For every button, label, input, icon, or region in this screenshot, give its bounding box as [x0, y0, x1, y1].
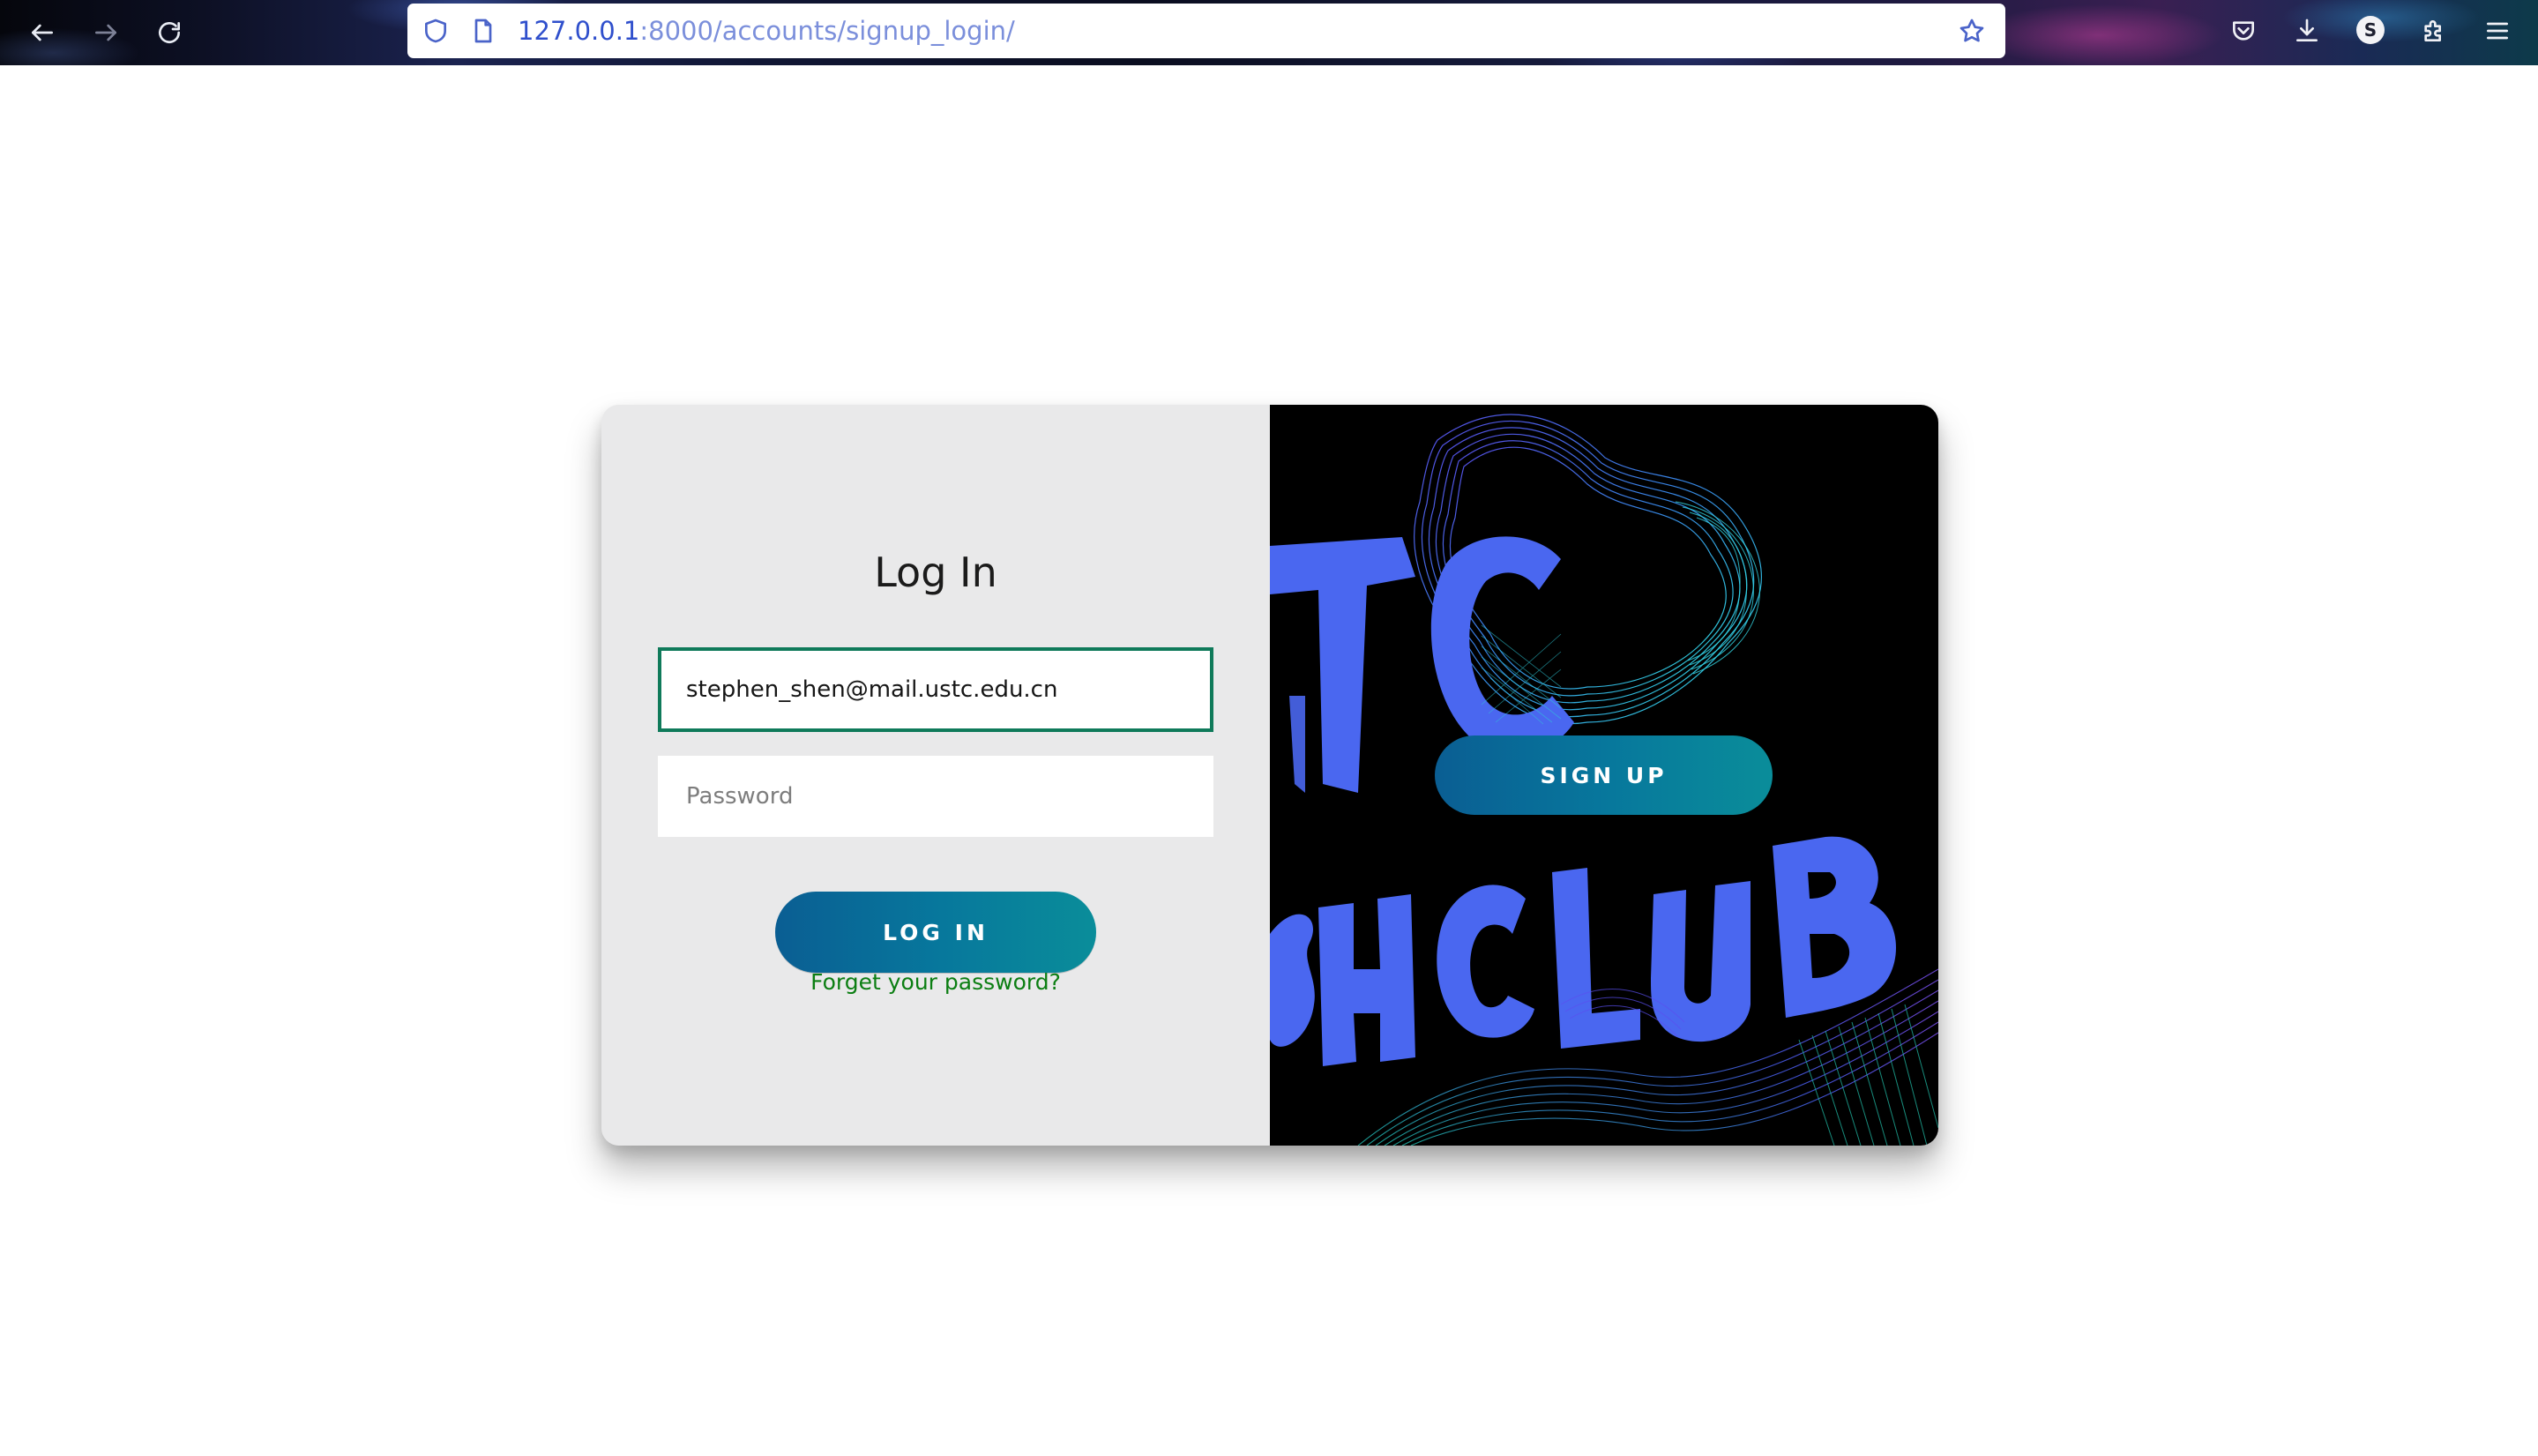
pocket-icon[interactable]: [2228, 15, 2259, 47]
arrow-left-icon: [32, 24, 53, 41]
forward-button[interactable]: [85, 11, 127, 54]
reload-icon: [159, 22, 180, 43]
extensions-puzzle-icon[interactable]: [2418, 15, 2450, 47]
address-bar[interactable]: 127.0.0.1:8000/accounts/signup_login/: [407, 4, 2005, 58]
signup-panel: SIGN UP: [1270, 405, 1938, 1146]
login-title: Log In: [874, 549, 997, 596]
menu-hamburger-icon[interactable]: [2482, 15, 2513, 47]
auth-card: Log In LOG IN Forget your password?: [601, 405, 1938, 1146]
download-icon[interactable]: [2291, 15, 2323, 47]
reload-button[interactable]: [148, 11, 190, 54]
url-text[interactable]: 127.0.0.1:8000/accounts/signup_login/: [518, 15, 1015, 47]
password-field[interactable]: [658, 756, 1213, 837]
profile-avatar[interactable]: S: [2356, 16, 2385, 44]
login-button[interactable]: LOG IN: [775, 892, 1096, 973]
login-panel: Log In LOG IN Forget your password?: [601, 405, 1270, 1146]
forgot-password-link[interactable]: Forget your password?: [601, 969, 1270, 995]
bookmark-star-icon[interactable]: [1958, 17, 1986, 45]
browser-toolbar: 127.0.0.1:8000/accounts/signup_login/ S: [0, 0, 2538, 65]
page-info-icon[interactable]: [469, 17, 497, 45]
back-button[interactable]: [21, 11, 63, 54]
shield-icon[interactable]: [422, 17, 450, 45]
arrow-right-icon: [95, 24, 116, 41]
url-host: 127.0.0.1: [518, 16, 640, 46]
email-field[interactable]: [658, 647, 1213, 732]
signup-button[interactable]: SIGN UP: [1435, 735, 1773, 815]
url-path: :8000/accounts/signup_login/: [639, 16, 1015, 46]
